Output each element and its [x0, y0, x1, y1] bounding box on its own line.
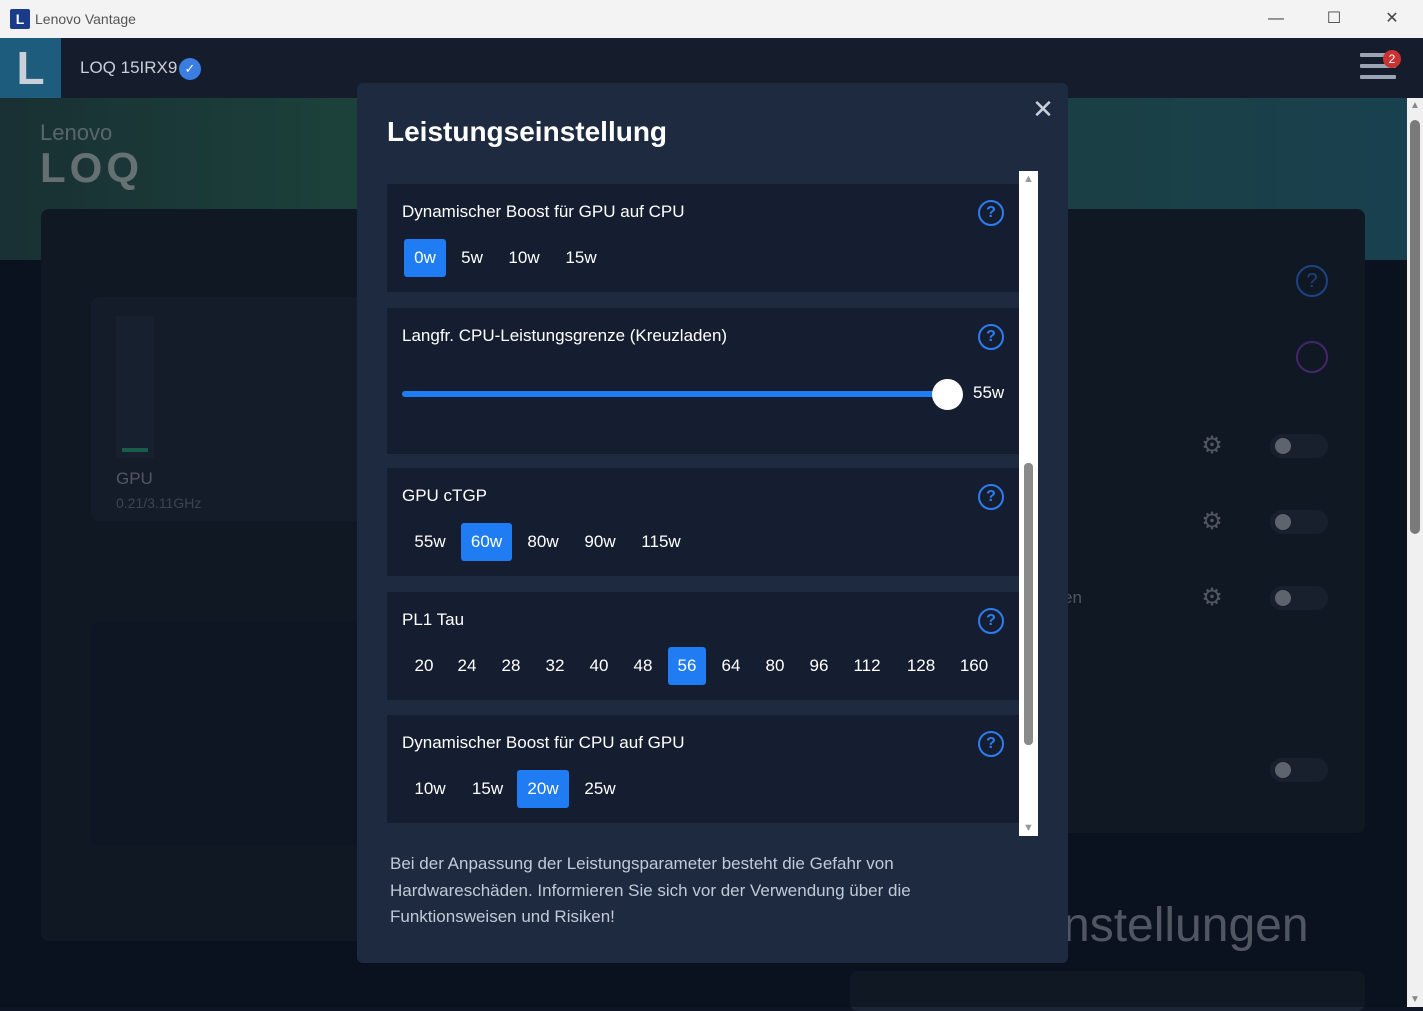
performance-settings-dialog: Leistungseinstellung ✕ Dynamischer Boost…	[357, 83, 1068, 963]
settings-list[interactable]: Dynamischer Boost für GPU auf CPU ? 0w 5…	[387, 184, 1019, 837]
help-icon[interactable]: ?	[978, 200, 1004, 226]
option-10w[interactable]: 10w	[404, 770, 456, 808]
settings-scrollbar-thumb[interactable]	[1024, 463, 1033, 745]
option-90w[interactable]: 90w	[574, 523, 626, 561]
option-10w[interactable]: 10w	[501, 239, 547, 277]
option-0w[interactable]: 0w	[404, 239, 446, 277]
option-60w[interactable]: 60w	[461, 523, 512, 561]
main-scrollbar[interactable]: ▲ ▼	[1407, 98, 1423, 1007]
scroll-up-icon[interactable]: ▲	[1407, 100, 1423, 111]
option-5w[interactable]: 5w	[453, 239, 491, 277]
option-20[interactable]: 20	[406, 647, 442, 685]
option-80[interactable]: 80	[757, 647, 793, 685]
setting-cpu-power-limit: Langfr. CPU-Leistungsgrenze (Kreuzladen)…	[387, 308, 1019, 454]
setting-pl1-tau: PL1 Tau ? 20 24 28 32 40 48 56 64 80 96 …	[387, 592, 1019, 700]
option-160[interactable]: 160	[952, 647, 996, 685]
minimize-button[interactable]: —	[1247, 0, 1305, 38]
option-64[interactable]: 64	[713, 647, 749, 685]
setting-gpu-ctgp: GPU cTGP ? 55w 60w 80w 90w 115w	[387, 468, 1019, 576]
option-40[interactable]: 40	[581, 647, 617, 685]
power-limit-value: 55w	[973, 383, 1005, 402]
settings-scrollbar[interactable]: ▲ ▼	[1019, 171, 1038, 836]
option-112[interactable]: 112	[845, 647, 889, 685]
option-15w[interactable]: 15w	[557, 239, 605, 277]
option-80w[interactable]: 80w	[518, 523, 568, 561]
dialog-title: Leistungseinstellung	[387, 116, 668, 147]
main-scrollbar-thumb[interactable]	[1410, 120, 1420, 534]
option-20w[interactable]: 20w	[517, 770, 569, 808]
hardware-risk-warning: Bei der Anpassung der Leistungsparameter…	[390, 854, 911, 926]
help-icon[interactable]: ?	[978, 484, 1004, 510]
scroll-up-icon[interactable]: ▲	[1019, 173, 1038, 185]
home-logo-button[interactable]: L	[0, 38, 61, 98]
setting-label: Langfr. CPU-Leistungsgrenze (Kreuzladen)	[402, 326, 728, 345]
setting-label: Dynamischer Boost für CPU auf GPU	[402, 733, 685, 752]
lenovo-vantage-logo-icon: L	[10, 9, 30, 29]
option-56[interactable]: 56	[668, 647, 706, 685]
maximize-button[interactable]: ☐	[1305, 0, 1363, 38]
verified-check-icon: ✓	[179, 58, 201, 80]
option-48[interactable]: 48	[625, 647, 661, 685]
option-128[interactable]: 128	[899, 647, 943, 685]
help-icon[interactable]: ?	[978, 731, 1004, 757]
window-titlebar: L Lenovo Vantage — ☐ ✕	[0, 0, 1423, 38]
option-115w[interactable]: 115w	[633, 523, 689, 561]
device-name: LOQ 15IRX9	[80, 58, 178, 77]
setting-label: PL1 Tau	[402, 610, 465, 629]
option-25w[interactable]: 25w	[574, 770, 626, 808]
notification-badge: 2	[1383, 50, 1401, 68]
close-window-button[interactable]: ✕	[1363, 0, 1421, 38]
close-dialog-icon[interactable]: ✕	[1031, 96, 1055, 122]
setting-label: GPU cTGP	[402, 486, 488, 505]
option-32[interactable]: 32	[537, 647, 573, 685]
option-24[interactable]: 24	[449, 647, 485, 685]
power-limit-slider-track[interactable]	[402, 391, 947, 397]
setting-cpu-to-gpu-boost: Dynamischer Boost für CPU auf GPU ? 10w …	[387, 715, 1019, 823]
window-title: Lenovo Vantage	[35, 11, 136, 27]
option-96[interactable]: 96	[801, 647, 837, 685]
setting-gpu-to-cpu-boost: Dynamischer Boost für GPU auf CPU ? 0w 5…	[387, 184, 1019, 292]
option-15w[interactable]: 15w	[462, 770, 513, 808]
help-icon[interactable]: ?	[978, 324, 1004, 350]
option-28[interactable]: 28	[493, 647, 529, 685]
option-55w[interactable]: 55w	[404, 523, 456, 561]
scroll-down-icon[interactable]: ▼	[1019, 822, 1038, 834]
setting-label: Dynamischer Boost für GPU auf CPU	[402, 202, 685, 221]
scroll-down-icon[interactable]: ▼	[1407, 994, 1423, 1005]
power-limit-slider-handle[interactable]	[932, 379, 963, 410]
help-icon[interactable]: ?	[978, 608, 1004, 634]
